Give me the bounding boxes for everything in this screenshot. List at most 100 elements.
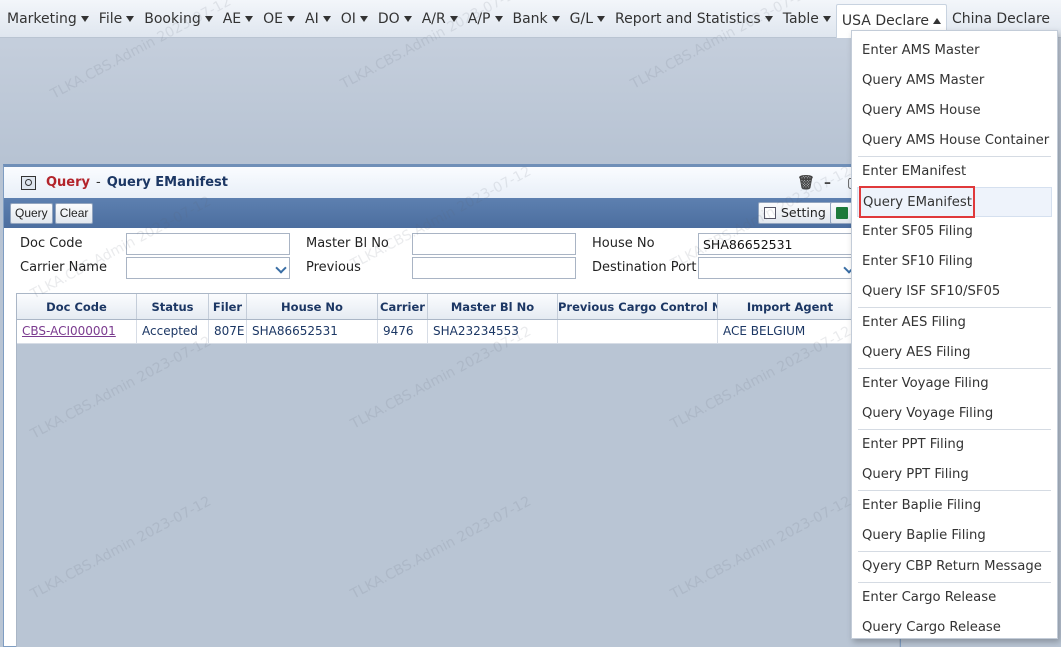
previous-input[interactable] [412, 257, 576, 279]
column-header-filer[interactable]: Filer [209, 294, 247, 319]
menu-label: OE [263, 10, 284, 27]
menu-label: AE [222, 10, 242, 27]
caret-down-icon [287, 15, 296, 22]
menu-item-enter-baplie-filing[interactable]: Enter Baplie Filing [852, 491, 1057, 521]
menu-china-declare[interactable]: China Declare [947, 4, 1055, 34]
menu-label: AI [305, 10, 319, 27]
master-bl-no-label: Master Bl No [306, 236, 389, 251]
results-grid: Doc Code Status Filer House No Carrier M… [16, 293, 900, 647]
caret-down-icon [597, 15, 606, 22]
menu-label: China Declare [951, 10, 1051, 27]
column-header-house-no[interactable]: House No [247, 294, 378, 319]
caret-up-icon [932, 18, 941, 24]
menu-label: USA Declare [841, 13, 929, 29]
house-no-label: House No [592, 236, 655, 251]
setting-label: Setting [781, 205, 826, 220]
status-cell: Accepted [137, 320, 209, 343]
master-bl-no-cell: SHA23234553 [428, 320, 558, 343]
menu-marketing[interactable]: Marketing [2, 4, 94, 34]
caret-down-icon [322, 15, 331, 22]
menu-item-query-cbp-return-message[interactable]: Qyery CBP Return Message [852, 552, 1057, 582]
destination-port-select[interactable] [698, 257, 858, 279]
previous-label: Previous [306, 260, 361, 275]
trash-icon[interactable]: 🗑 [797, 175, 815, 191]
menu-label: A/P [467, 10, 491, 27]
column-header-master-bl-no[interactable]: Master Bl No [428, 294, 558, 319]
menu-booking[interactable]: Booking [139, 4, 218, 34]
column-header-doc-code[interactable]: Doc Code [17, 294, 137, 319]
menu-ae[interactable]: AE [218, 4, 258, 34]
setting-button[interactable]: Setting [758, 202, 832, 224]
menu-label: Marketing [7, 10, 77, 27]
clear-button[interactable]: Clear [54, 202, 94, 224]
menu-ar[interactable]: A/R [417, 4, 463, 34]
menu-item-enter-ams-master[interactable]: Enter AMS Master [852, 36, 1057, 66]
menu-item-enter-emanifest[interactable]: Enter EManifest [852, 157, 1057, 187]
column-header-previous-cargo-control-no[interactable]: Previous Cargo Control No [558, 294, 718, 319]
menu-item-query-aes-filing[interactable]: Query AES Filing [852, 338, 1057, 368]
caret-down-icon [449, 15, 458, 22]
menu-item-enter-sf05-filing[interactable]: Enter SF05 Filing [852, 217, 1057, 247]
menu-item-query-cargo-release[interactable]: Query Cargo Release [852, 613, 1057, 643]
caret-down-icon [126, 15, 135, 22]
menu-do[interactable]: DO [373, 4, 417, 34]
caret-down-icon [494, 15, 503, 22]
menu-item-enter-sf10-filing[interactable]: Enter SF10 Filing [852, 247, 1057, 277]
menu-label: Booking [144, 10, 201, 27]
previous-cargo-control-no-cell [558, 320, 718, 343]
menu-item-query-ams-master[interactable]: Query AMS Master [852, 66, 1057, 96]
doc-code-label: Doc Code [20, 236, 83, 251]
doc-code-link[interactable]: CBS-ACI000001 [17, 320, 137, 343]
menu-item-query-emanifest[interactable]: Query EManifest [857, 186, 1052, 218]
menu-file[interactable]: File [94, 4, 139, 34]
query-button[interactable]: Query [10, 202, 53, 224]
minimize-icon[interactable]: – [824, 175, 831, 191]
menu-label: DO [377, 10, 400, 27]
caret-down-icon [822, 15, 831, 22]
menu-item-enter-voyage-filing[interactable]: Enter Voyage Filing [852, 369, 1057, 399]
menu-item-query-isf[interactable]: Query ISF SF10/SF05 [852, 277, 1057, 307]
caret-down-icon [359, 15, 368, 22]
menu-label: G/L [569, 10, 594, 27]
setting-icon [764, 207, 776, 219]
chevron-down-icon [275, 262, 287, 274]
house-no-input[interactable] [698, 233, 858, 255]
caret-down-icon [551, 15, 560, 22]
caret-down-icon [204, 15, 213, 22]
table-row[interactable]: CBS-ACI000001 Accepted 807E SHA86652531 … [17, 320, 899, 344]
menu-label: Table [782, 10, 819, 27]
menu-item-query-voyage-filing[interactable]: Query Voyage Filing [852, 399, 1057, 429]
doc-code-input[interactable] [126, 233, 290, 255]
menu-item-query-ams-house-container[interactable]: Query AMS House Container [852, 126, 1057, 156]
menu-ap[interactable]: A/P [463, 4, 508, 34]
usa-declare-dropdown: Enter AMS Master Query AMS Master Query … [851, 30, 1058, 639]
menu-label: Bank [512, 10, 548, 27]
query-form: Doc Code Master Bl No House No Carrier N… [4, 228, 900, 288]
menu-ai[interactable]: AI [300, 4, 336, 34]
menu-item-query-baplie-filing[interactable]: Query Baplie Filing [852, 521, 1057, 551]
carrier-name-select[interactable] [126, 257, 290, 279]
highlight-box [859, 186, 975, 218]
column-header-import-agent[interactable]: Import Agent [718, 294, 863, 319]
menu-oi[interactable]: OI [336, 4, 373, 34]
menu-oe[interactable]: OE [258, 4, 300, 34]
menu-gl[interactable]: G/L [565, 4, 610, 34]
menu-item-enter-aes-filing[interactable]: Enter AES Filing [852, 308, 1057, 338]
house-no-cell: SHA86652531 [247, 320, 378, 343]
caret-down-icon [245, 15, 254, 22]
destination-port-label: Destination Port [592, 260, 697, 275]
menu-item-enter-ppt-filing[interactable]: Enter PPT Filing [852, 430, 1057, 460]
caret-down-icon [764, 15, 773, 22]
menu-item-enter-cargo-release[interactable]: Enter Cargo Release [852, 583, 1057, 613]
master-bl-no-input[interactable] [412, 233, 576, 255]
menu-item-query-ppt-filing[interactable]: Query PPT Filing [852, 460, 1057, 490]
menu-item-query-ams-house[interactable]: Query AMS House [852, 96, 1057, 126]
menu-label: Report and Statistics [615, 10, 761, 27]
menu-report-and-statistics[interactable]: Report and Statistics [610, 4, 778, 34]
menu-table[interactable]: Table [778, 4, 836, 34]
column-header-carrier[interactable]: Carrier [378, 294, 428, 319]
menu-bank[interactable]: Bank [508, 4, 565, 34]
window-titlebar: Query - Query EManifest 🗑 – ▢ [4, 167, 900, 198]
column-header-status[interactable]: Status [137, 294, 209, 319]
window-title-separator: - [96, 175, 101, 190]
